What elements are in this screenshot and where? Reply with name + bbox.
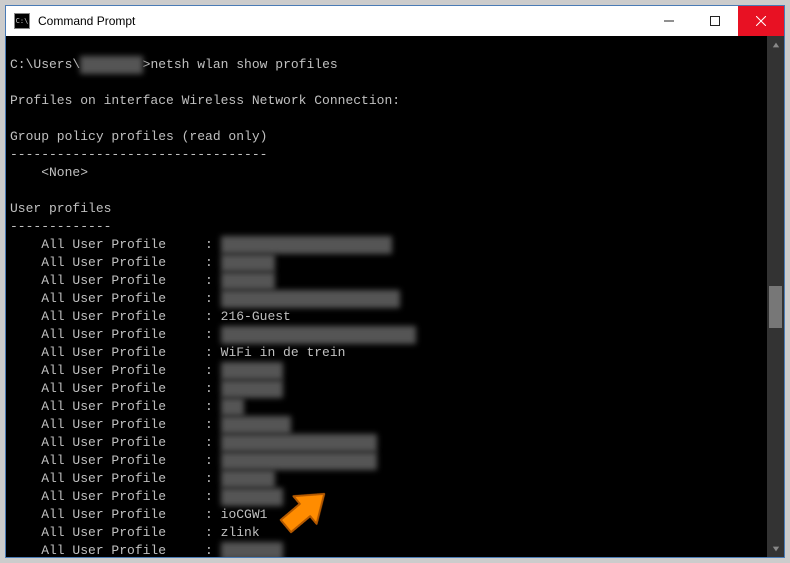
window-title: Command Prompt (38, 14, 646, 28)
profile-row: All User Profile : XXXXXXX (10, 470, 763, 488)
profile-row: All User Profile : XXX (10, 398, 763, 416)
profile-row: All User Profile : XXXXXXXX (10, 542, 763, 557)
profile-row: All User Profile : ioCGW1 (10, 506, 763, 524)
profile-row: All User Profile : XXXXXXXX (10, 488, 763, 506)
console-output[interactable]: C:\Users\XXXXXXXX>netsh wlan show profil… (6, 36, 767, 557)
scroll-thumb[interactable] (769, 286, 782, 328)
profile-row: All User Profile : XXXXXXXXXXXXXXXXXXXX (10, 434, 763, 452)
window-controls (646, 6, 784, 36)
profile-row: All User Profile : XXXXXXXXXXXXXXXXXXXX (10, 452, 763, 470)
close-button[interactable] (738, 6, 784, 36)
cmd-icon: C:\ (14, 13, 30, 29)
profile-row: All User Profile : XX XXXX (10, 254, 763, 272)
scroll-up-button[interactable] (767, 36, 784, 53)
vertical-scrollbar[interactable] (767, 36, 784, 557)
profile-row: All User Profile : XXXXXXXXXXXXXX XXXXXX… (10, 236, 763, 254)
profile-row: All User Profile : XXX XXXXX (10, 416, 763, 434)
maximize-button[interactable] (692, 6, 738, 36)
profile-row: All User Profile : WiFi in de trein (10, 344, 763, 362)
titlebar[interactable]: C:\ Command Prompt (6, 6, 784, 36)
profile-row: All User Profile : zlink (10, 524, 763, 542)
profile-row: All User Profile : XXXXXXX (10, 272, 763, 290)
scroll-down-button[interactable] (767, 540, 784, 557)
profile-row: All User Profile : XXXXXXXXXXXXXX XXXXXX… (10, 290, 763, 308)
minimize-button[interactable] (646, 6, 692, 36)
profile-row: All User Profile : XXXXXXXX (10, 362, 763, 380)
profile-row: All User Profile : XXXXXXXXXXXXXXXXXXXX … (10, 326, 763, 344)
console-area: C:\Users\XXXXXXXX>netsh wlan show profil… (6, 36, 784, 557)
profile-row: All User Profile : XXXXXXXX (10, 380, 763, 398)
profile-row: All User Profile : 216-Guest (10, 308, 763, 326)
command-prompt-window: C:\ Command Prompt C:\Users\XXXXXXXX>net… (5, 5, 785, 558)
